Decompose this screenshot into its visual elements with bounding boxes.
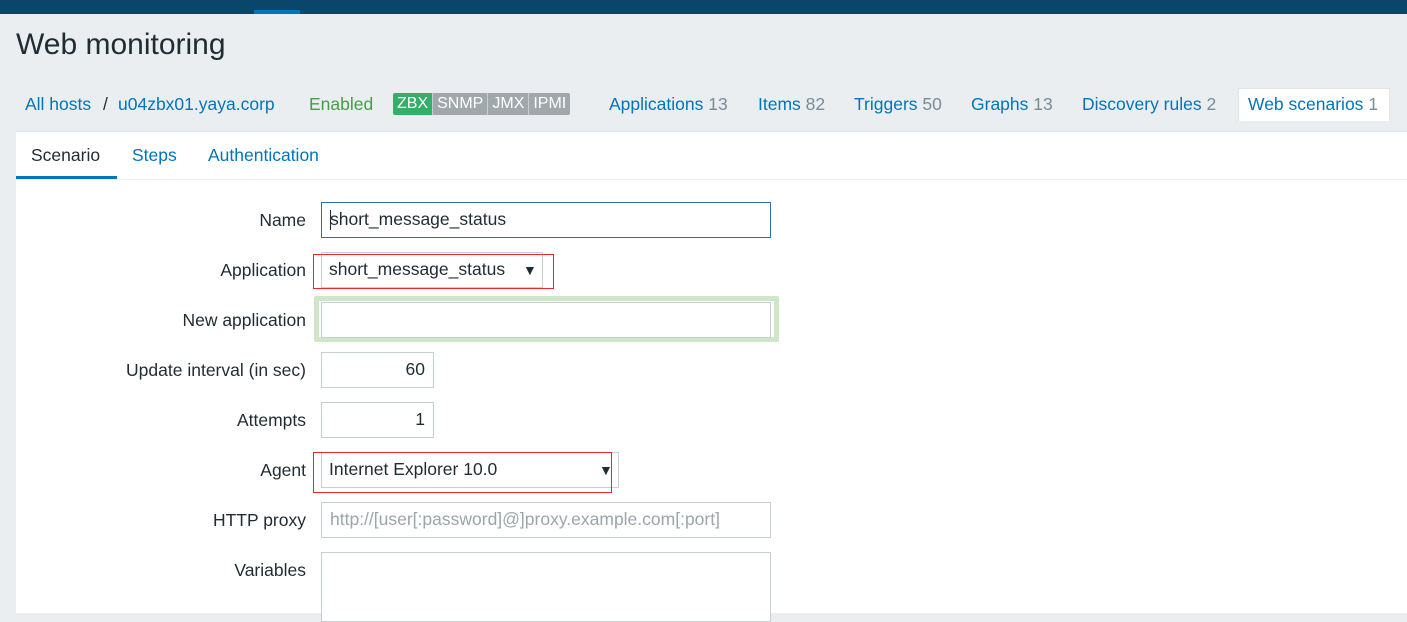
page-title: Web monitoring <box>16 28 226 61</box>
web-scenarios-label: Web scenarios <box>1248 94 1364 114</box>
tab-scenario[interactable]: Scenario <box>31 145 100 166</box>
items-link[interactable]: Items 82 <box>758 94 825 115</box>
triggers-link[interactable]: Triggers 50 <box>854 94 942 115</box>
host-link[interactable]: u04zbx01.yaya.corp <box>118 94 275 115</box>
applications-link[interactable]: Applications 13 <box>609 94 728 115</box>
jmx-availability-badge: JMX <box>488 93 530 115</box>
update-interval-label: Update interval (in sec) <box>126 360 306 380</box>
all-hosts-link[interactable]: All hosts <box>25 94 91 115</box>
active-tab-underline <box>16 176 117 179</box>
http-proxy-input[interactable]: http://[user[:password]@]proxy.example.c… <box>321 502 771 538</box>
breadcrumb-separator: / <box>103 94 108 114</box>
discovery-rules-link[interactable]: Discovery rules 2 <box>1082 94 1216 115</box>
availability-indicators: ZBX SNMP JMX IPMI <box>393 93 571 115</box>
items-count: 82 <box>805 94 826 114</box>
highlight-box-application <box>313 254 554 289</box>
active-menu-indicator <box>254 10 300 14</box>
agent-label: Agent <box>260 460 306 480</box>
new-application-input[interactable] <box>321 302 771 338</box>
snmp-availability-badge: SNMP <box>433 93 489 115</box>
zbx-availability-badge: ZBX <box>393 93 434 115</box>
attempts-input[interactable]: 1 <box>321 402 434 438</box>
triggers-count: 50 <box>922 94 942 114</box>
name-input[interactable]: short_message_status <box>321 202 771 238</box>
update-interval-input[interactable]: 60 <box>321 352 434 388</box>
host-status-enabled[interactable]: Enabled <box>309 94 373 115</box>
application-label: Application <box>220 260 306 280</box>
graphs-link[interactable]: Graphs 13 <box>971 94 1053 115</box>
discovery-rules-label: Discovery rules <box>1082 94 1202 114</box>
highlight-box-agent <box>313 452 612 493</box>
variables-label: Variables <box>234 560 306 580</box>
triggers-label: Triggers <box>854 94 918 114</box>
form-tabs: Scenario Steps Authentication <box>16 132 1407 180</box>
name-input-value: short_message_status <box>330 209 507 229</box>
scenario-form-panel: Scenario Steps Authentication Name short… <box>16 131 1407 622</box>
http-proxy-label: HTTP proxy <box>212 510 306 530</box>
items-label: Items <box>758 94 801 114</box>
attempts-label: Attempts <box>236 410 306 430</box>
name-label: Name <box>259 210 306 230</box>
discovery-rules-count: 2 <box>1206 94 1217 114</box>
graphs-count: 13 <box>1033 94 1053 114</box>
tab-authentication[interactable]: Authentication <box>208 145 319 166</box>
new-application-label: New application <box>182 310 306 330</box>
http-proxy-placeholder: http://[user[:password]@]proxy.example.c… <box>330 509 720 529</box>
attempts-value: 1 <box>415 409 425 429</box>
update-interval-value: 60 <box>405 359 425 379</box>
top-navigation-bar <box>0 0 1407 14</box>
web-scenarios-link[interactable]: Web scenarios 1 <box>1248 94 1378 115</box>
ipmi-availability-badge: IPMI <box>529 93 571 115</box>
web-scenarios-count: 1 <box>1368 94 1379 114</box>
applications-count: 13 <box>708 94 728 114</box>
graphs-label: Graphs <box>971 94 1029 114</box>
applications-label: Applications <box>609 94 704 114</box>
tab-steps[interactable]: Steps <box>132 145 177 166</box>
host-navigation: All hosts / u04zbx01.yaya.corp Enabled Z… <box>16 84 1407 124</box>
